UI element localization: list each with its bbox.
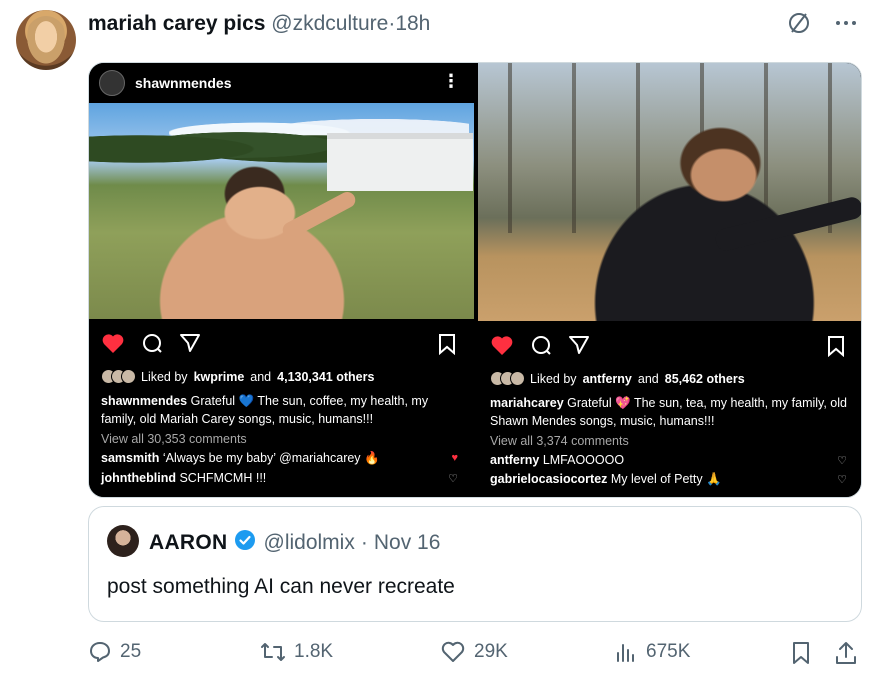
ig-likes-count: 85,462 others bbox=[664, 371, 745, 386]
ig-share-icon bbox=[568, 334, 590, 359]
ig-liked-by: antferny bbox=[582, 371, 632, 386]
ig-comment-text: My level of Petty 🙏 bbox=[610, 472, 722, 486]
ig-avatar bbox=[99, 70, 125, 96]
ig-comment-like-icon: ♡ bbox=[448, 473, 458, 485]
more-icon[interactable] bbox=[834, 11, 858, 35]
ig-caption: shawnmendes Grateful 💙 The sun, coffee, … bbox=[101, 392, 462, 428]
header-actions bbox=[786, 10, 858, 36]
bookmark-icon bbox=[790, 640, 812, 666]
tweet-time[interactable]: 18h bbox=[395, 12, 430, 35]
reply-count: 25 bbox=[120, 641, 142, 662]
ig-photo bbox=[478, 63, 861, 321]
ig-comment-icon bbox=[530, 334, 552, 359]
tweet-action-bar: 25 1.8K 29K 675K bbox=[88, 640, 868, 672]
ig-caption-text: Grateful bbox=[567, 396, 612, 410]
ig-comment: johntheblind SCHFMCMH !!! ♡ bbox=[101, 471, 462, 485]
ig-liked-by: kwprime bbox=[193, 369, 245, 384]
ig-share-icon bbox=[179, 332, 201, 357]
ig-comment: gabrielocasiocortez My level of Petty 🙏 … bbox=[490, 472, 851, 487]
repost-button[interactable]: 1.8K bbox=[260, 640, 333, 664]
quote-date[interactable]: Nov 16 bbox=[374, 531, 441, 555]
ig-actions bbox=[101, 329, 462, 359]
ig-like-icon bbox=[101, 332, 125, 357]
quote-separator: · bbox=[360, 531, 368, 554]
ig-comment-like-icon: ♡ bbox=[837, 474, 847, 486]
reply-button[interactable]: 25 bbox=[88, 640, 141, 664]
ig-comment-like-icon: ♡ bbox=[837, 455, 847, 467]
verified-icon bbox=[234, 529, 256, 557]
ig-post-footer: Liked by antferny and 85,462 others mari… bbox=[478, 321, 861, 497]
ig-liker-avatars bbox=[490, 371, 525, 386]
ig-comment-icon bbox=[141, 332, 163, 357]
ig-likes-mid: and bbox=[637, 371, 659, 386]
ig-likes-prefix: Liked by bbox=[530, 371, 577, 386]
ig-more-icon: ⋮ bbox=[442, 71, 460, 91]
ig-likes-count: 4,130,341 others bbox=[277, 369, 375, 384]
ig-comment-user: antferny bbox=[490, 453, 540, 467]
ig-caption-user: shawnmendes bbox=[101, 394, 188, 408]
ig-comment: antferny LMFAOOOOO ♡ bbox=[490, 453, 851, 467]
repost-count: 1.8K bbox=[294, 641, 334, 662]
ig-view-all-comments: View all 3,374 comments bbox=[490, 434, 629, 448]
ig-comment-text: SCHFMCMH !!! bbox=[179, 471, 267, 485]
media-image-left[interactable]: shawnmendes ⋮ Liked by kwprime and 4,130… bbox=[89, 63, 474, 497]
like-button[interactable]: 29K bbox=[440, 640, 508, 664]
ig-comment-text: LMFAOOOOO bbox=[542, 453, 625, 467]
quote-text: post something AI can never recreate bbox=[107, 575, 455, 598]
quote-author-handle[interactable]: @lidolmix bbox=[264, 531, 355, 555]
bookmark-button[interactable] bbox=[790, 640, 812, 666]
ig-likes-prefix: Liked by bbox=[141, 369, 188, 384]
media-image-right[interactable]: Liked by antferny and 85,462 others mari… bbox=[478, 63, 861, 497]
ig-post-header: shawnmendes ⋮ bbox=[89, 63, 474, 103]
ig-caption: mariahcarey Grateful 💖 The sun, tea, my … bbox=[490, 394, 851, 430]
grok-icon[interactable] bbox=[786, 10, 812, 36]
ig-comment-user: gabrielocasiocortez bbox=[490, 472, 608, 486]
repost-icon bbox=[260, 640, 286, 664]
ig-like-icon bbox=[490, 334, 514, 359]
like-icon bbox=[440, 640, 466, 664]
ig-likes: Liked by antferny and 85,462 others bbox=[490, 371, 851, 386]
ig-username: shawnmendes bbox=[135, 75, 232, 91]
views-icon bbox=[614, 640, 638, 664]
views-count: 675K bbox=[646, 641, 691, 662]
tweet-header: mariah carey pics @zkdculture·18h bbox=[88, 12, 430, 36]
pink-heart-emoji: 💖 bbox=[615, 396, 631, 410]
ig-photo bbox=[89, 103, 474, 319]
tweet-media[interactable]: shawnmendes ⋮ Liked by kwprime and 4,130… bbox=[88, 62, 862, 498]
ig-comment-text: ‘Always be my baby’ @mariahcarey 🔥 bbox=[162, 451, 380, 465]
author-handle[interactable]: @zkdculture bbox=[271, 12, 388, 35]
like-count: 29K bbox=[474, 641, 508, 662]
quote-header: AARON @lidolmix · Nov 16 bbox=[149, 529, 440, 557]
share-icon bbox=[834, 640, 858, 666]
reply-icon bbox=[88, 640, 112, 664]
quote-author-avatar[interactable] bbox=[107, 525, 139, 557]
ig-actions bbox=[490, 331, 851, 361]
author-name[interactable]: mariah carey pics bbox=[88, 12, 265, 35]
ig-comment-user: samsmith bbox=[101, 451, 160, 465]
ig-save-icon bbox=[827, 335, 845, 360]
ig-save-icon bbox=[438, 333, 456, 358]
share-button[interactable] bbox=[834, 640, 858, 666]
ig-view-all-comments: View all 30,353 comments bbox=[101, 432, 247, 446]
blue-heart-emoji: 💙 bbox=[238, 394, 255, 408]
author-avatar[interactable] bbox=[16, 10, 76, 70]
ig-liker-avatars bbox=[101, 369, 136, 384]
views-button[interactable]: 675K bbox=[614, 640, 690, 664]
quoted-tweet[interactable]: AARON @lidolmix · Nov 16 post something … bbox=[88, 506, 862, 622]
ig-caption-user: mariahcarey bbox=[490, 396, 564, 410]
ig-likes-mid: and bbox=[250, 369, 272, 384]
ig-post-footer: Liked by kwprime and 4,130,341 others sh… bbox=[89, 319, 474, 497]
ig-likes: Liked by kwprime and 4,130,341 others bbox=[101, 369, 462, 384]
ig-comment-user: johntheblind bbox=[101, 471, 176, 485]
ig-comment: samsmith ‘Always be my baby’ @mariahcare… bbox=[101, 451, 462, 466]
quote-author-name[interactable]: AARON bbox=[149, 531, 228, 555]
ig-comment-like-icon: ♥ bbox=[451, 452, 458, 464]
ig-caption-text: Grateful bbox=[190, 394, 236, 408]
